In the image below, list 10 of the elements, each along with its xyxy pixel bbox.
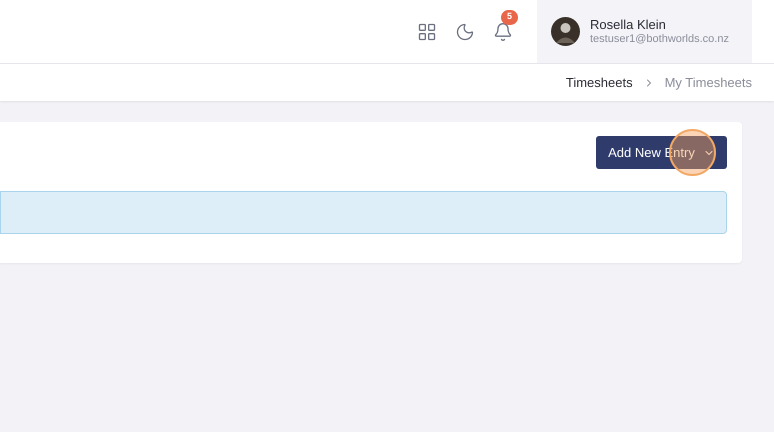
apps-icon[interactable] — [417, 22, 437, 42]
avatar-icon — [551, 17, 580, 46]
breadcrumb-item[interactable]: Timesheets — [566, 72, 633, 92]
user-name: Rosella Klein — [590, 16, 667, 33]
notification-icon[interactable] — [493, 22, 513, 42]
user-email: testuser1@bothworlds.co.nz — [590, 32, 729, 46]
user-menu[interactable]: Rosella Klein testuser1@bothworlds.co.nz — [537, 0, 752, 63]
moon-icon[interactable] — [455, 22, 475, 42]
breadcrumb-item: My Timesheets — [664, 74, 752, 92]
notification-count: 5 — [501, 10, 518, 24]
